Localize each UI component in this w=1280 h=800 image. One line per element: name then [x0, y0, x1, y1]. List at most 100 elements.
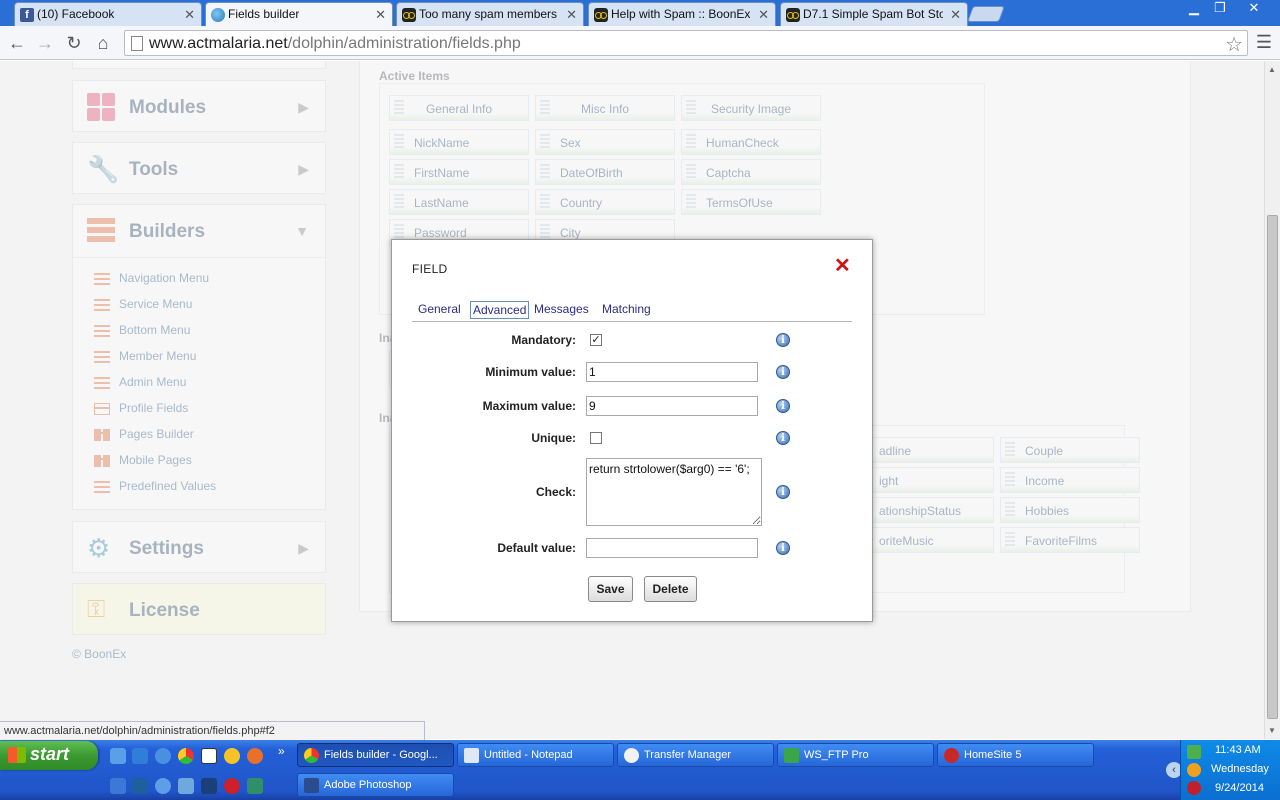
- info-icon[interactable]: i: [776, 541, 790, 555]
- quick-launch-browser-icon[interactable]: [155, 748, 171, 764]
- group-chip[interactable]: General Info: [389, 95, 529, 121]
- tab-matching[interactable]: Matching: [600, 301, 653, 317]
- sidebar-item-license[interactable]: ⚿ License: [72, 583, 326, 635]
- restore-icon[interactable]: ❐: [1206, 1, 1234, 17]
- submenu-item[interactable]: Pages Builder: [94, 427, 194, 445]
- scroll-down-icon[interactable]: ▼: [1268, 726, 1276, 735]
- info-icon[interactable]: i: [776, 485, 790, 499]
- sidebar-item-settings[interactable]: ⚙ Settings ▶: [72, 521, 326, 573]
- tab-spam-members[interactable]: Too many spam members joi ✕: [396, 2, 584, 26]
- field-chip[interactable]: Couple: [1000, 437, 1140, 463]
- quick-launch-n-icon[interactable]: [201, 778, 217, 794]
- close-icon[interactable]: ✕: [184, 7, 195, 23]
- page-scrollbar[interactable]: ▲ ▼: [1264, 61, 1280, 739]
- mandatory-checkbox[interactable]: ✓: [590, 334, 602, 346]
- quick-launch-app-icon[interactable]: [201, 748, 217, 764]
- tab-fields-builder[interactable]: Fields builder ✕: [205, 2, 393, 27]
- back-icon[interactable]: ←: [6, 32, 28, 54]
- quick-launch-desktop-icon[interactable]: [132, 748, 148, 764]
- field-chip[interactable]: DateOfBirth: [535, 159, 675, 185]
- info-icon[interactable]: i: [776, 365, 790, 379]
- submenu-item[interactable]: Profile Fields: [94, 401, 188, 419]
- task-homesite[interactable]: HomeSite 5: [937, 743, 1094, 767]
- quick-launch-firefox-icon[interactable]: [247, 748, 263, 764]
- field-chip[interactable]: FavoriteFilms: [1000, 527, 1140, 553]
- start-button[interactable]: start: [0, 741, 98, 770]
- quick-launch-grid-icon[interactable]: [132, 778, 148, 794]
- chevron-icon[interactable]: »: [278, 744, 285, 758]
- close-icon[interactable]: ✕: [950, 7, 961, 23]
- submenu-item[interactable]: Admin Menu: [94, 375, 186, 393]
- close-icon[interactable]: ✕: [375, 7, 386, 23]
- update-icon[interactable]: [1187, 763, 1201, 777]
- tab-general[interactable]: General: [416, 301, 463, 317]
- field-chip[interactable]: TermsOfUse: [681, 189, 821, 215]
- star-icon[interactable]: ☆: [1225, 32, 1243, 57]
- field-chip[interactable]: Income: [1000, 467, 1140, 493]
- tab-facebook[interactable]: f (10) Facebook ✕: [14, 2, 202, 26]
- submenu-item[interactable]: Service Menu: [94, 297, 192, 315]
- info-icon[interactable]: i: [776, 431, 790, 445]
- network-icon[interactable]: [1187, 745, 1201, 759]
- task-chrome[interactable]: Fields builder - Googl...: [297, 743, 454, 767]
- quick-launch-a-icon[interactable]: [110, 778, 126, 794]
- minimum-value-input[interactable]: [586, 362, 758, 382]
- submenu-item[interactable]: Bottom Menu: [94, 323, 190, 341]
- field-chip[interactable]: Captcha: [681, 159, 821, 185]
- close-icon[interactable]: ✕: [758, 7, 769, 23]
- field-chip[interactable]: Sex: [535, 129, 675, 155]
- group-chip[interactable]: Security Image: [681, 95, 821, 121]
- sidebar-item-tools[interactable]: 🔧 Tools ▶: [72, 142, 326, 194]
- copyright[interactable]: © BoonEx: [72, 647, 126, 661]
- field-chip[interactable]: adline: [854, 437, 994, 463]
- reload-icon[interactable]: ↻: [63, 32, 85, 54]
- address-bar[interactable]: www.actmalaria.net/dolphin/administratio…: [124, 30, 1248, 56]
- close-icon[interactable]: ✕: [834, 256, 851, 276]
- delete-button[interactable]: Delete: [644, 576, 697, 602]
- scroll-up-icon[interactable]: ▲: [1268, 65, 1276, 74]
- scroll-thumb[interactable]: [1267, 215, 1278, 719]
- quick-launch-misc-icon[interactable]: [247, 778, 263, 794]
- forward-icon[interactable]: →: [34, 32, 56, 54]
- field-chip[interactable]: FirstName: [389, 159, 529, 185]
- field-chip[interactable]: ight: [854, 467, 994, 493]
- tab-help-spam[interactable]: Help with Spam :: BoonEx Ur ✕: [588, 2, 776, 26]
- quick-launch-tool-icon[interactable]: [178, 778, 194, 794]
- field-chip[interactable]: NickName: [389, 129, 529, 155]
- group-chip[interactable]: Misc Info: [535, 95, 675, 121]
- submenu-item[interactable]: Predefined Values: [94, 479, 216, 497]
- tab-advanced[interactable]: Advanced: [470, 301, 530, 319]
- info-icon[interactable]: i: [776, 333, 790, 347]
- new-tab-button[interactable]: [967, 6, 1005, 22]
- window-close-icon[interactable]: ✕: [1240, 1, 1268, 17]
- submenu-item[interactable]: Navigation Menu: [94, 271, 209, 289]
- field-chip[interactable]: Country: [535, 189, 675, 215]
- check-textarea[interactable]: return strtolower($arg0) == '6';: [586, 458, 762, 526]
- task-notepad[interactable]: Untitled - Notepad: [457, 743, 614, 767]
- submenu-item[interactable]: Member Menu: [94, 349, 196, 367]
- unique-checkbox[interactable]: [590, 432, 602, 444]
- info-icon[interactable]: i: [776, 399, 790, 413]
- quick-launch-chrome-icon[interactable]: [178, 748, 194, 764]
- tab-messages[interactable]: Messages: [532, 301, 591, 317]
- save-button[interactable]: Save: [588, 576, 633, 602]
- field-chip[interactable]: HumanCheck: [681, 129, 821, 155]
- field-chip[interactable]: oriteMusic: [854, 527, 994, 553]
- default-value-input[interactable]: [586, 538, 758, 558]
- field-chip[interactable]: LastName: [389, 189, 529, 215]
- quick-launch-globe-icon[interactable]: [155, 778, 171, 794]
- quick-launch-opera-icon[interactable]: [224, 778, 240, 794]
- antivirus-icon[interactable]: [1187, 781, 1201, 795]
- maximum-value-input[interactable]: [586, 396, 758, 416]
- home-icon[interactable]: ⌂: [92, 32, 114, 54]
- task-photoshop[interactable]: Adobe Photoshop: [297, 773, 454, 797]
- close-icon[interactable]: ✕: [566, 7, 577, 23]
- submenu-item[interactable]: Mobile Pages: [94, 453, 192, 471]
- sidebar-item-modules[interactable]: Modules ▶: [72, 80, 326, 132]
- minimize-icon[interactable]: ▁: [1180, 1, 1208, 17]
- task-wsftp[interactable]: WS_FTP Pro: [777, 743, 934, 767]
- quick-launch-ie-icon[interactable]: [110, 748, 126, 764]
- field-chip[interactable]: Hobbies: [1000, 497, 1140, 523]
- menu-icon[interactable]: ☰: [1254, 32, 1274, 52]
- tab-spam-bot-stopper[interactable]: D7.1 Simple Spam Bot Stoppe ✕: [780, 2, 968, 26]
